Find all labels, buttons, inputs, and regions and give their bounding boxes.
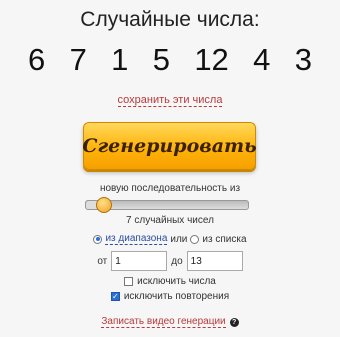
count-label: 7 случайных чисел: [126, 215, 214, 226]
exclude-numbers-row: исключить числа: [0, 276, 340, 287]
to-label: до: [171, 255, 183, 267]
random-number: 4: [253, 42, 271, 77]
save-numbers-link-wrap: сохранить эти числа: [0, 94, 340, 107]
save-numbers-link[interactable]: сохранить эти числа: [117, 94, 223, 107]
to-input[interactable]: [186, 251, 243, 271]
exclude-repeats-row: ✓ исключить повторения: [0, 291, 340, 302]
sequence-label: новую последовательность из: [99, 183, 241, 194]
random-number: 6: [28, 42, 46, 77]
numbers-row: 6 7 1 5 12 4 3: [14, 42, 326, 78]
page-title: Случайные числа:: [80, 8, 260, 31]
record-video-link[interactable]: Записать видео генерации: [101, 316, 226, 328]
random-number: 7: [69, 42, 87, 77]
random-number: 5: [152, 42, 170, 77]
help-icon[interactable]: ?: [229, 317, 239, 327]
option-range-label[interactable]: из диапазона: [105, 233, 168, 245]
radio-list[interactable]: [190, 234, 200, 244]
exclude-repeats-label[interactable]: исключить повторения: [124, 291, 229, 302]
or-text: или: [170, 233, 188, 245]
random-number: 1: [111, 42, 129, 77]
radio-range[interactable]: [93, 234, 103, 244]
exclude-repeats-checkbox[interactable]: ✓: [110, 292, 120, 301]
from-label: от: [97, 255, 108, 267]
count-slider-thumb[interactable]: [96, 197, 112, 213]
record-video-row: Записать видео генерации ?: [0, 316, 340, 328]
source-selector: из диапазона или из списка: [0, 233, 340, 245]
random-number: 3: [294, 42, 312, 77]
from-input[interactable]: [111, 251, 168, 271]
generate-button[interactable]: Сгенерировать: [82, 122, 257, 170]
exclude-numbers-checkbox[interactable]: [124, 277, 134, 286]
option-list-label[interactable]: из списка: [202, 234, 246, 245]
range-inputs: от до: [0, 251, 340, 271]
random-number: 12: [194, 42, 229, 77]
exclude-numbers-label[interactable]: исключить числа: [137, 276, 216, 287]
